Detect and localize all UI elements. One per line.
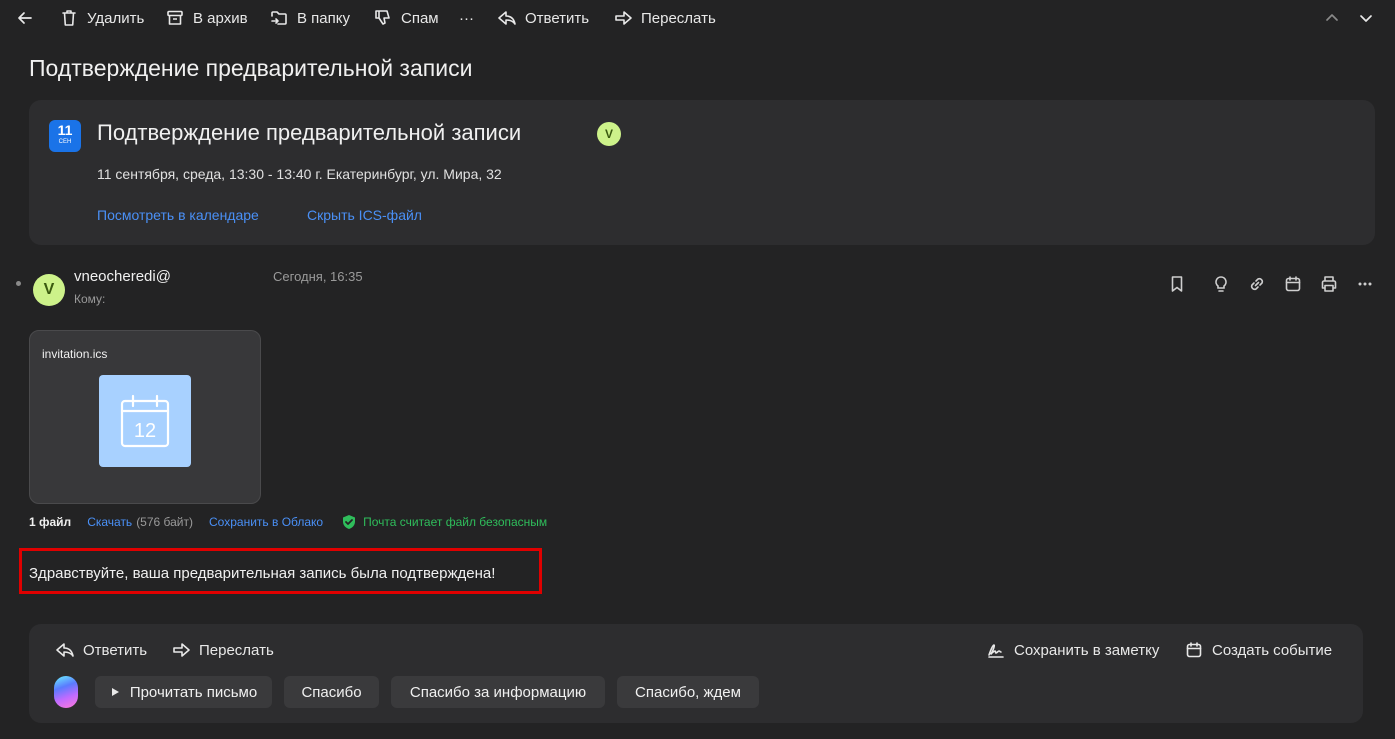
forward-button[interactable]: Переслать <box>613 6 716 30</box>
forward-icon <box>615 11 632 25</box>
link-icon <box>1250 277 1264 291</box>
calendar-badge-day: 11 <box>57 122 73 138</box>
bookmark-button[interactable] <box>1167 274 1187 294</box>
thumbs-down-icon <box>375 10 390 25</box>
reply-button[interactable]: Ответить <box>497 6 589 30</box>
attachment-info-row: 1 файл Скачать (576 байт) Сохранить в Об… <box>29 514 547 530</box>
files-count: 1 файл <box>29 515 72 529</box>
calendar-button[interactable] <box>1283 274 1303 294</box>
folder-move-icon <box>271 11 287 25</box>
create-event-button[interactable]: Создать событие <box>1184 640 1332 660</box>
next-message-button[interactable] <box>1356 6 1376 30</box>
hide-ics-link[interactable]: Скрыть ICS-файл <box>307 207 422 223</box>
save-note-label: Сохранить в заметку <box>1014 641 1160 659</box>
save-to-cloud-link[interactable]: Сохранить в Облако <box>209 515 323 529</box>
quick-reply-chip[interactable]: Спасибо, ждем <box>617 676 759 708</box>
forward-label: Переслать <box>641 9 716 27</box>
arrow-left-icon <box>18 12 32 24</box>
calendar-icon <box>1285 276 1301 292</box>
message-date: Сегодня, 16:35 <box>273 269 363 284</box>
panel-reply-button[interactable]: Ответить <box>55 640 147 660</box>
idea-button[interactable] <box>1211 274 1231 294</box>
reply-icon <box>498 11 516 25</box>
quick-reply-panel: Ответить Переслать Сохранить в заметку С… <box>29 624 1363 723</box>
shield-check-icon <box>343 515 356 529</box>
panel-reply-label: Ответить <box>83 641 148 659</box>
assistant-orb-icon[interactable] <box>54 676 78 708</box>
attachment-filename: invitation.ics <box>42 347 108 361</box>
download-link[interactable]: Скачать <box>87 515 132 529</box>
folder-label: В папку <box>297 9 350 27</box>
calendar-icon <box>1186 642 1202 658</box>
back-button[interactable] <box>15 6 35 30</box>
event-title: Подтверждение предварительной записи <box>97 120 522 145</box>
attachment-card[interactable]: invitation.ics 12 <box>29 330 261 504</box>
signature-icon <box>988 644 1004 658</box>
save-to-note-button[interactable]: Сохранить в заметку <box>986 640 1159 660</box>
reply-icon <box>56 643 74 657</box>
create-event-label: Создать событие <box>1212 641 1333 659</box>
file-size: (576 байт) <box>136 515 194 529</box>
play-icon <box>111 688 119 696</box>
archive-label: В архив <box>193 9 248 27</box>
sender-name[interactable]: vneocheredi@ <box>74 268 171 285</box>
reply-label: Ответить <box>525 9 590 27</box>
event-card: 11 СЕН Подтверждение предварительной зап… <box>29 100 1375 245</box>
quick-reply-chip[interactable]: Спасибо за информацию <box>391 676 605 708</box>
sender-avatar[interactable]: V <box>33 274 65 306</box>
trash-icon <box>62 10 76 26</box>
copy-link-button[interactable] <box>1247 274 1267 294</box>
archive-button[interactable]: В архив <box>165 6 248 30</box>
highlight-box <box>19 548 542 594</box>
file-safe-status: Почта считает файл безопасным <box>341 514 547 530</box>
calendar-badge-month: СЕН <box>58 139 72 145</box>
panel-forward-button[interactable]: Переслать <box>171 640 274 660</box>
printer-icon <box>1321 276 1337 292</box>
previous-message-button[interactable] <box>1322 6 1342 30</box>
panel-forward-label: Переслать <box>199 641 274 659</box>
safe-text: Почта считает файл безопасным <box>363 515 548 529</box>
organizer-avatar: V <box>597 122 621 146</box>
delete-label: Удалить <box>87 9 145 27</box>
spam-button[interactable]: Спам <box>373 6 439 30</box>
chevron-up-icon <box>1326 14 1338 21</box>
chevron-down-icon <box>1360 15 1372 22</box>
unread-dot <box>16 281 21 286</box>
event-datetime-location: 11 сентября, среда, 13:30 - 13:40 г. Ека… <box>97 166 502 182</box>
ics-file-icon: 12 <box>99 375 191 467</box>
delete-button[interactable]: Удалить <box>59 6 144 30</box>
read-letter-chip[interactable]: Прочитать письмо <box>95 676 272 708</box>
toolbar: Удалить В архив В папку Спам ··· Ответит… <box>0 0 1395 36</box>
recipient-label: Кому: <box>74 292 106 306</box>
more-button[interactable]: ··· <box>459 6 474 30</box>
quick-reply-chip[interactable]: Спасибо <box>284 676 379 708</box>
lightbulb-icon <box>1215 276 1227 292</box>
archive-icon <box>167 10 183 25</box>
ics-icon-day: 12 <box>134 420 156 442</box>
more-actions-button[interactable] <box>1355 274 1375 294</box>
spam-label: Спам <box>401 9 439 27</box>
more-icon: ··· <box>459 9 474 27</box>
calendar-date-icon: 11 СЕН <box>49 120 81 152</box>
page-title: Подтверждение предварительной записи <box>29 55 473 81</box>
read-letter-label: Прочитать письмо <box>129 683 258 701</box>
more-horizontal-icon <box>1358 282 1372 286</box>
forward-icon <box>173 643 190 657</box>
view-in-calendar-link[interactable]: Посмотреть в календаре <box>97 207 259 223</box>
move-to-folder-button[interactable]: В папку <box>269 6 350 30</box>
bookmark-icon <box>1171 276 1183 292</box>
print-button[interactable] <box>1319 274 1339 294</box>
